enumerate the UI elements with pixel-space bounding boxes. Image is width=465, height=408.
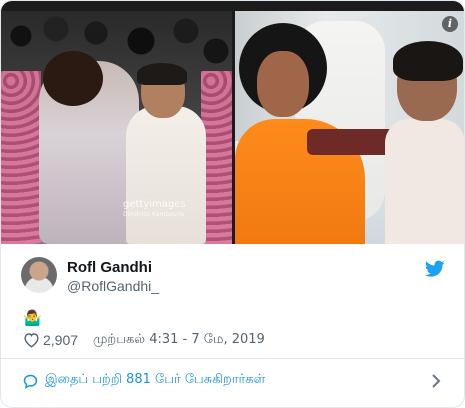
heart-icon[interactable] [23, 332, 40, 348]
avatar[interactable] [21, 257, 57, 293]
author-name[interactable]: Rofl Gandhi [67, 259, 152, 276]
getty-watermark: gettyimages Dimitrios Kambouris [123, 199, 186, 218]
man-hair-right [393, 41, 463, 81]
media-photo-right[interactable] [235, 11, 464, 244]
watermark-brand: gettyimages [123, 199, 186, 210]
tweet-media[interactable]: gettyimages Dimitrios Kambouris i [1, 1, 464, 244]
chevron-right-icon[interactable] [430, 373, 442, 389]
tweet-text: 🤷‍♂️ [23, 309, 42, 327]
chat-bubble-icon [23, 374, 38, 389]
tweet-timestamp[interactable]: முற்பகல் 4:31 - 7 மே, 2019 [93, 332, 265, 348]
man-in-light-shirt [385, 119, 464, 244]
conversation-count-text[interactable]: இதைப் பற்றி 881 பேர் பேசுகிறார்கள் [45, 372, 265, 388]
media-photo-left[interactable]: gettyimages Dimitrios Kambouris [1, 11, 232, 244]
man-in-white-suit [126, 106, 206, 244]
tweet-card[interactable]: gettyimages Dimitrios Kambouris i Rofl G… [0, 0, 465, 408]
tweet-author[interactable]: Rofl Gandhi @RoflGandhi_ [1, 244, 464, 304]
watermark-credit: Dimitrios Kambouris [123, 211, 184, 218]
man-hair [137, 63, 187, 85]
wooden-chair-arm [307, 129, 397, 155]
woman-hair [43, 51, 103, 106]
flower-wall-left [1, 71, 41, 244]
conversation-link[interactable]: இதைப் பற்றி 881 பேர் பேசுகிறார்கள் [1, 359, 464, 405]
author-handle[interactable]: @RoflGandhi_ [67, 278, 159, 294]
info-icon[interactable]: i [442, 16, 458, 32]
face [257, 51, 309, 117]
like-count[interactable]: 2,907 [43, 332, 78, 348]
twitter-bird-icon[interactable] [425, 260, 445, 278]
